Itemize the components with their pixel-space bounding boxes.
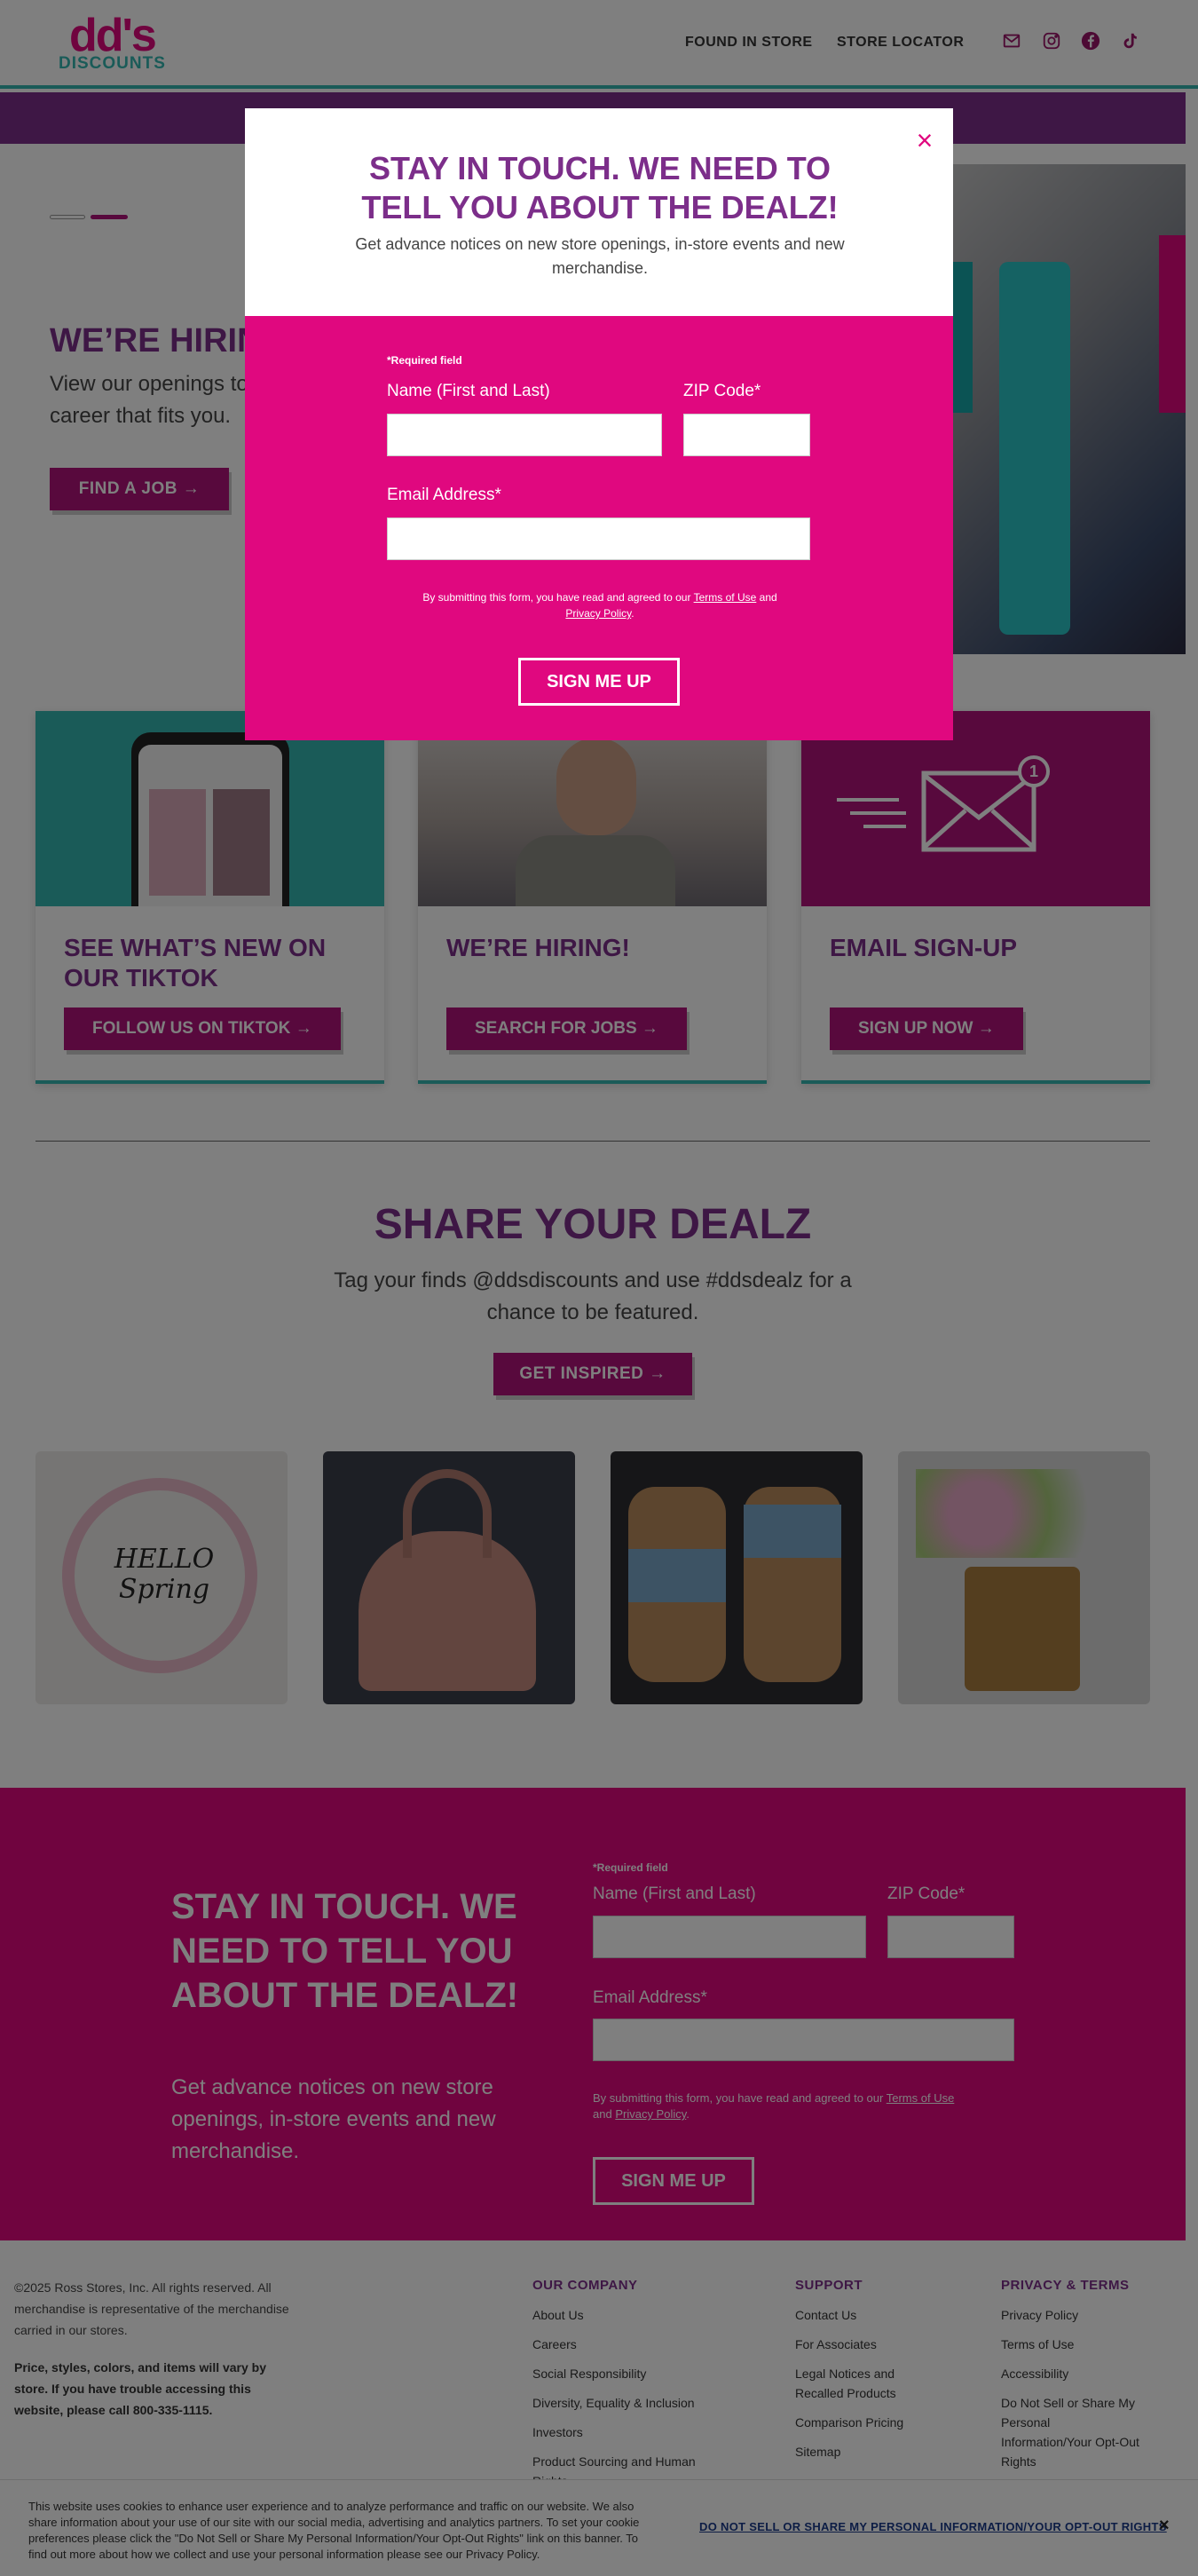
modal-zip-input[interactable] xyxy=(683,414,810,456)
modal-email-input[interactable] xyxy=(387,518,810,560)
modal-name-input[interactable] xyxy=(387,414,662,456)
modal-legal-period: . xyxy=(631,607,634,620)
signup-modal: STAY IN TOUCH. WE NEED TO TELL YOU ABOUT… xyxy=(245,108,953,740)
modal-subtitle: Get advance notices on new store opening… xyxy=(355,235,845,277)
modal-legal-prefix: By submitting this form, you have read a… xyxy=(422,591,691,604)
modal-legal-text: By submitting this form, you have read a… xyxy=(405,589,795,621)
modal-privacy-link[interactable]: Privacy Policy xyxy=(565,607,631,620)
modal-sign-me-up-button[interactable]: SIGN ME UP xyxy=(518,658,680,706)
modal-email-label: Email Address* xyxy=(387,486,501,504)
modal-name-label: Name (First and Last) xyxy=(387,382,550,400)
modal-legal-and: and xyxy=(759,591,777,604)
modal-zip-label: ZIP Code* xyxy=(683,382,761,400)
modal-required-note: *Required field xyxy=(387,354,462,367)
modal-header: STAY IN TOUCH. WE NEED TO TELL YOU ABOUT… xyxy=(245,108,953,316)
modal-form: *Required field Name (First and Last) ZI… xyxy=(245,316,953,740)
modal-terms-link[interactable]: Terms of Use xyxy=(694,591,757,604)
modal-title: STAY IN TOUCH. WE NEED TO TELL YOU ABOUT… xyxy=(361,150,839,225)
close-icon[interactable]: × xyxy=(909,124,941,156)
